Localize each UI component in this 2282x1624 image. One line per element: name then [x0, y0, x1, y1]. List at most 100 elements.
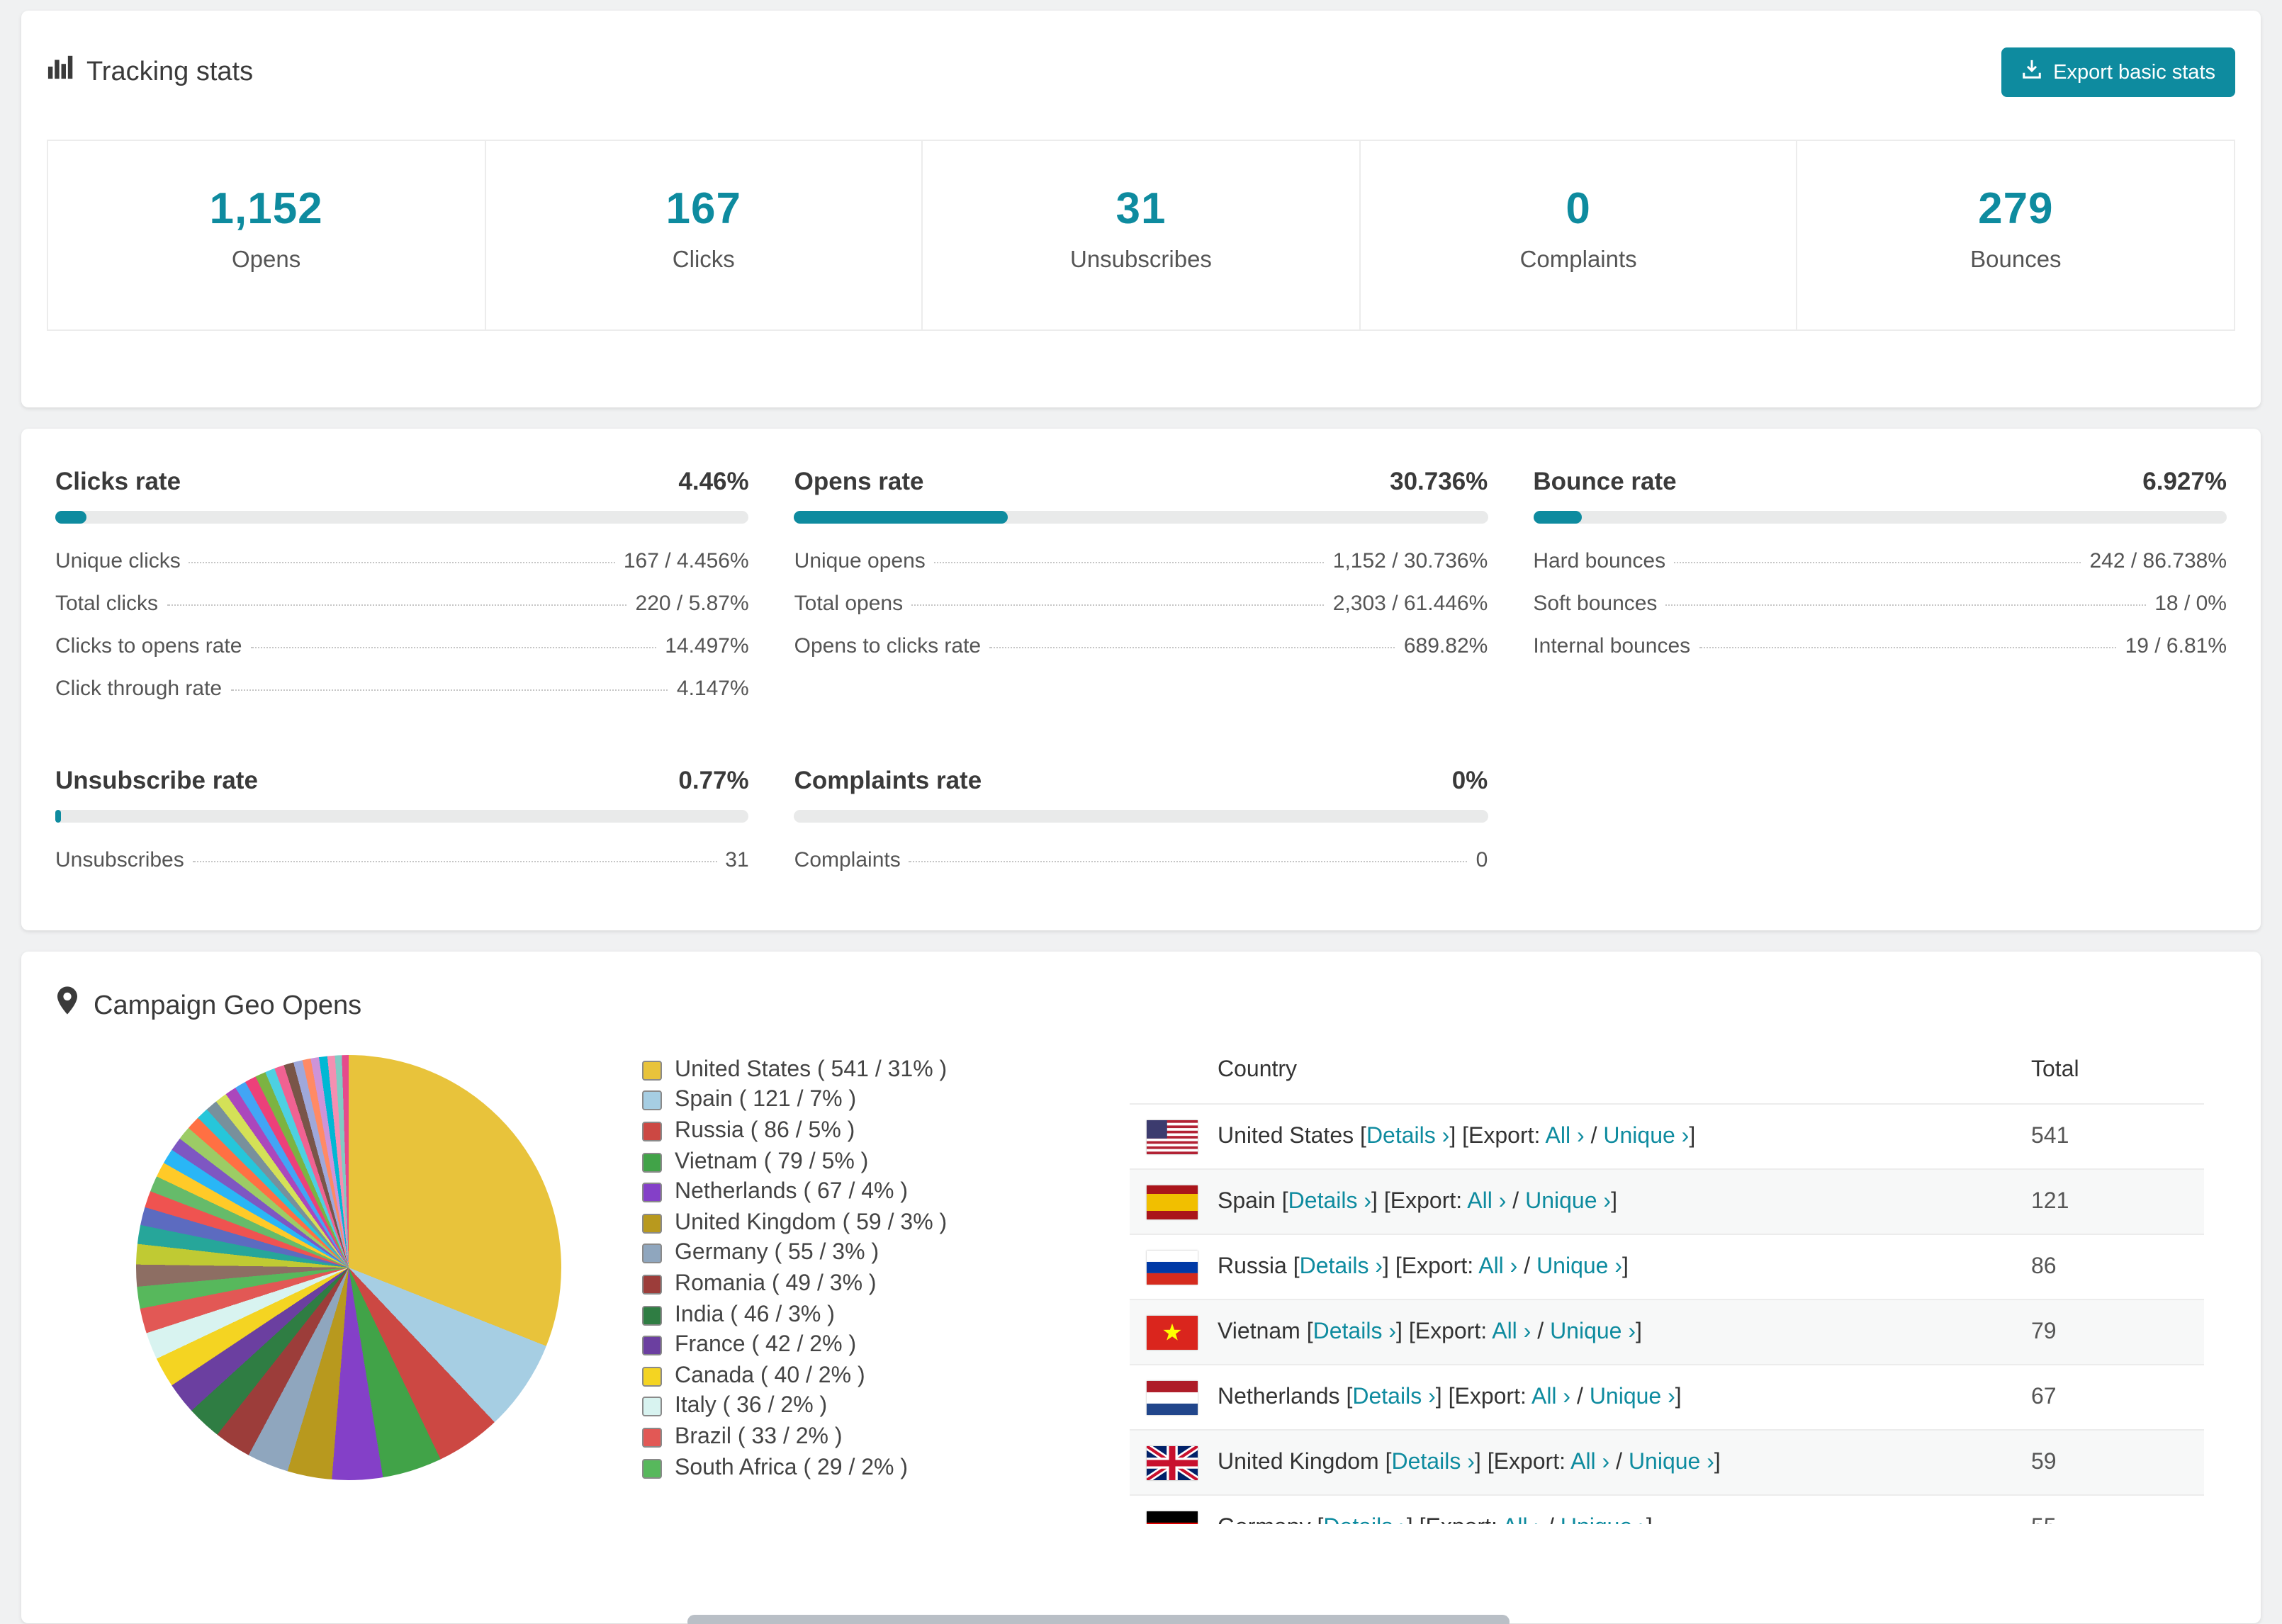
export-unique-link[interactable]: Unique ›: [1536, 1255, 1622, 1279]
country-cell: United States [Details ›] [Export: All ›…: [1218, 1124, 1696, 1149]
legend-item-india[interactable]: India ( 46 / 3% ): [642, 1300, 1130, 1331]
table-row-united-states: United States [Details ›] [Export: All ›…: [1130, 1103, 2204, 1168]
complaints-rate-title: Complaints rate: [794, 766, 982, 794]
stat-line: Hard bounces 242 / 86.738%: [1533, 549, 2227, 573]
legend-item-russia[interactable]: Russia ( 86 / 5% ): [642, 1116, 1130, 1146]
table-row-russia: Russia [Details ›] [Export: All › / Uniq…: [1130, 1234, 2204, 1299]
bounces-count: 279: [1978, 184, 2054, 233]
total-cell: 541: [2031, 1124, 2069, 1148]
details-link[interactable]: Details ›: [1288, 1190, 1371, 1214]
stat-line: Unique opens 1,152 / 30.736%: [794, 549, 1488, 573]
dotted-leader: [1699, 647, 2117, 648]
legend-item-united-states[interactable]: United States ( 541 / 31% ): [642, 1055, 1130, 1086]
unsubscribe-rate-value: 0.77%: [678, 766, 749, 794]
details-link[interactable]: Details ›: [1323, 1516, 1406, 1524]
unsubscribes-count: 31: [1115, 184, 1167, 233]
flag-russia-icon: [1147, 1250, 1198, 1284]
export-all-link[interactable]: All ›: [1492, 1320, 1531, 1344]
flag-netherlands-icon: [1147, 1380, 1198, 1414]
clicks-rate-progressbar: [55, 511, 749, 524]
flag-vietnam-icon: [1147, 1315, 1198, 1349]
legend-item-brazil[interactable]: Brazil ( 33 / 2% ): [642, 1422, 1130, 1453]
country-column-header: Country: [1218, 1058, 1298, 1082]
legend-swatch: [642, 1152, 662, 1173]
dotted-leader: [167, 604, 627, 606]
stat-box-bounces: 279 Bounces: [1796, 140, 2235, 331]
complaints-rate-value: 0%: [1451, 766, 1488, 794]
opens-count: 1,152: [209, 184, 323, 233]
legend-item-romania[interactable]: Romania ( 49 / 3% ): [642, 1269, 1130, 1299]
legend-item-italy[interactable]: Italy ( 36 / 2% ): [642, 1392, 1130, 1422]
stat-line: Total clicks 220 / 5.87%: [55, 592, 749, 616]
flag-germany-icon: [1147, 1511, 1198, 1524]
page-title: Tracking stats: [86, 57, 254, 86]
tracking-stats-title: Tracking stats: [47, 53, 253, 91]
clicks-rate-title: Clicks rate: [55, 467, 181, 495]
details-link[interactable]: Details ›: [1352, 1385, 1435, 1409]
dotted-leader: [989, 647, 1395, 648]
legend-item-netherlands[interactable]: Netherlands ( 67 / 4% ): [642, 1178, 1130, 1208]
total-cell: 55: [2031, 1515, 2187, 1524]
country-cell: Netherlands [Details ›] [Export: All › /…: [1218, 1385, 1682, 1409]
legend-item-france[interactable]: France ( 42 / 2% ): [642, 1331, 1130, 1361]
stat-box-clicks: 167 Clicks: [484, 140, 923, 331]
legend-item-south-africa[interactable]: South Africa ( 29 / 2% ): [642, 1453, 1130, 1483]
stat-line: Unique clicks 167 / 4.456%: [55, 549, 749, 573]
country-cell: Spain [Details ›] [Export: All › / Uniqu…: [1218, 1190, 1617, 1214]
stat-line: Unsubscribes 31: [55, 848, 749, 872]
export-unique-link[interactable]: Unique ›: [1525, 1190, 1611, 1214]
legend-item-germany[interactable]: Germany ( 55 / 3% ): [642, 1239, 1130, 1269]
country-cell: Russia [Details ›] [Export: All › / Uniq…: [1218, 1255, 1629, 1279]
export-all-link[interactable]: All ›: [1531, 1385, 1570, 1409]
table-row-united-kingdom: United Kingdom [Details ›] [Export: All …: [1130, 1429, 2204, 1494]
opens-rate-progressbar: [794, 511, 1488, 524]
stat-line: Opens to clicks rate 689.82%: [794, 634, 1488, 658]
table-row-spain: Spain [Details ›] [Export: All › / Uniqu…: [1130, 1168, 2204, 1234]
legend-item-spain[interactable]: Spain ( 121 / 7% ): [642, 1086, 1130, 1116]
bounce-rate-block: Bounce rate 6.927% Hard bounces 242 / 86.…: [1533, 466, 2227, 711]
export-all-link[interactable]: All ›: [1546, 1124, 1585, 1149]
dotted-leader: [1665, 604, 2147, 606]
total-cell: 59: [2031, 1450, 2057, 1474]
complaints-rate-block: Complaints rate 0% Complaints 0: [794, 765, 1488, 882]
legend-swatch: [642, 1183, 662, 1203]
legend-swatch: [642, 1244, 662, 1264]
export-all-link[interactable]: All ›: [1467, 1190, 1506, 1214]
export-unique-link[interactable]: Unique ›: [1561, 1516, 1646, 1524]
geo-opens-title: Campaign Geo Opens: [94, 991, 362, 1020]
export-unique-link[interactable]: Unique ›: [1603, 1124, 1689, 1149]
table-row-vietnam: Vietnam [Details ›] [Export: All › / Uni…: [1130, 1299, 2204, 1364]
export-all-link[interactable]: All ›: [1570, 1450, 1609, 1474]
bounce-rate-value: 6.927%: [2142, 467, 2227, 495]
export-unique-link[interactable]: Unique ›: [1629, 1450, 1714, 1474]
export-unique-link[interactable]: Unique ›: [1590, 1385, 1675, 1409]
legend-swatch: [642, 1305, 662, 1326]
dotted-leader: [192, 861, 717, 862]
total-cell: 86: [2031, 1254, 2057, 1278]
export-all-link[interactable]: All ›: [1478, 1255, 1517, 1279]
dotted-leader: [250, 647, 657, 648]
horizontal-scrollbar-thumb[interactable]: [687, 1615, 1510, 1624]
flag-united-states-icon: [1147, 1120, 1198, 1154]
details-link[interactable]: Details ›: [1392, 1450, 1475, 1474]
legend-item-canada[interactable]: Canada ( 40 / 2% ): [642, 1361, 1130, 1392]
export-all-link[interactable]: All ›: [1502, 1516, 1541, 1524]
export-unique-link[interactable]: Unique ›: [1550, 1320, 1636, 1344]
legend-swatch: [642, 1366, 662, 1387]
legend-item-united-kingdom[interactable]: United Kingdom ( 59 / 3% ): [642, 1208, 1130, 1239]
geo-pie-chart[interactable]: [136, 1055, 561, 1480]
details-link[interactable]: Details ›: [1313, 1320, 1396, 1344]
dotted-leader: [230, 689, 668, 691]
legend-item-vietnam[interactable]: Vietnam ( 79 / 5% ): [642, 1147, 1130, 1178]
clicks-rate-value: 4.46%: [678, 467, 749, 495]
stat-box-unsubscribes: 31 Unsubscribes: [921, 140, 1361, 331]
export-basic-stats-button[interactable]: Export basic stats: [2001, 47, 2235, 97]
flag-spain-icon: [1147, 1185, 1198, 1219]
pie-legend: United States ( 541 / 31% ) Spain ( 121 …: [642, 1035, 1130, 1524]
details-link[interactable]: Details ›: [1300, 1255, 1383, 1279]
dotted-leader: [911, 604, 1325, 606]
legend-swatch: [642, 1397, 662, 1417]
details-link[interactable]: Details ›: [1366, 1124, 1449, 1149]
country-cell: United Kingdom [Details ›] [Export: All …: [1218, 1450, 1721, 1474]
stat-line: Soft bounces 18 / 0%: [1533, 592, 2227, 616]
